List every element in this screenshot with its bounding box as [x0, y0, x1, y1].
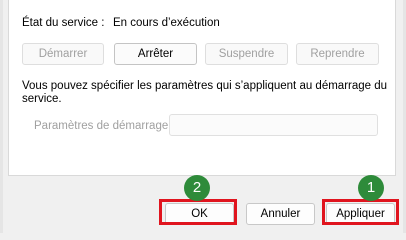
ok-highlight-box [159, 199, 237, 225]
service-status-value: En cours d’exécution [113, 17, 220, 29]
pause-button[interactable]: Suspendre [205, 43, 288, 65]
step-badge-2: 2 [184, 175, 210, 201]
startup-params-input[interactable] [169, 114, 378, 136]
service-status-label: État du service : [22, 17, 105, 29]
startup-params-info-line1: Vous pouvez spécifier les paramètres qui… [22, 80, 388, 92]
window-left-border [0, 0, 3, 233]
startup-params-label: Paramètres de démarrage : [34, 120, 175, 132]
start-button[interactable]: Démarrer [22, 43, 104, 65]
step-badge-1: 1 [358, 175, 384, 201]
resume-button[interactable]: Reprendre [296, 43, 379, 65]
stop-button[interactable]: Arrêter [114, 43, 197, 65]
cancel-button[interactable]: Annuler [246, 203, 315, 225]
startup-params-info-line2: service. [22, 93, 62, 105]
properties-tab-panel: État du service : En cours d’exécution D… [8, 0, 396, 176]
apply-highlight-box [322, 199, 399, 225]
